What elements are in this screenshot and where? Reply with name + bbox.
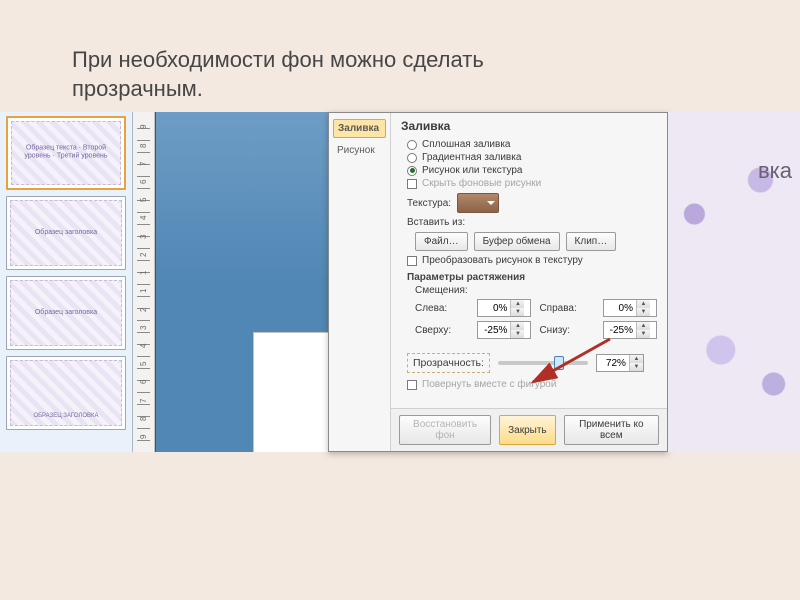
radio-solid-fill[interactable]: Сплошная заливка	[407, 139, 657, 150]
check-rotate: Повернуть вместе с фигурой	[407, 379, 657, 390]
slide-thumb-3[interactable]: Образец заголовка	[6, 276, 126, 350]
format-background-dialog: Заливка Рисунок Заливка Сплошная заливка…	[328, 112, 668, 452]
offsets-label: Смещения:	[415, 285, 657, 296]
nav-fill[interactable]: Заливка	[333, 119, 386, 138]
slide-title: При необходимости фон можно сделать проз…	[72, 46, 750, 103]
offset-bottom[interactable]: ▲▼	[603, 321, 657, 339]
slide-canvas[interactable]	[155, 112, 333, 452]
insert-from-label: Вставить из:	[407, 217, 465, 228]
offset-right[interactable]: ▲▼	[603, 299, 657, 317]
slide-preview: вка	[668, 112, 800, 452]
close-button[interactable]: Закрыть	[499, 415, 556, 445]
radio-icon	[407, 153, 417, 163]
stretch-params-label: Параметры растяжения	[407, 272, 657, 283]
transparency-label: Прозрачность:	[413, 357, 484, 369]
clip-button[interactable]: Клип…	[566, 232, 617, 251]
preview-partial-text: вка	[758, 158, 792, 184]
texture-row: Текстура:	[407, 193, 657, 213]
check-hide-bg[interactable]: Скрыть фоновые рисунки	[407, 178, 657, 189]
slider-thumb[interactable]	[554, 356, 564, 370]
slide-thumb-2[interactable]: Образец заголовка	[6, 196, 126, 270]
slide-thumb-4[interactable]: ОБРАЗЕЦ ЗАГОЛОВКА	[6, 356, 126, 430]
transparency-value[interactable]: ▲▼	[596, 354, 644, 372]
reset-bg-button: Восстановить фон	[399, 415, 491, 445]
apply-all-button[interactable]: Применить ко всем	[564, 415, 659, 445]
dialog-body: Заливка Сплошная заливка Градиентная зал…	[391, 113, 667, 451]
checkbox-icon	[407, 256, 417, 266]
file-button[interactable]: Файл…	[415, 232, 468, 251]
nav-picture[interactable]: Рисунок	[333, 142, 386, 159]
radio-gradient-fill[interactable]: Градиентная заливка	[407, 152, 657, 163]
dialog-nav: Заливка Рисунок	[329, 113, 391, 451]
title-line2: прозрачным.	[72, 76, 203, 101]
transparency-row: Прозрачность: ▲▼	[407, 353, 657, 373]
offsets-grid: Слева: ▲▼ Справа: ▲▼ Сверху: ▲▼ Снизу: ▲…	[415, 299, 657, 339]
checkbox-icon	[407, 380, 417, 390]
texture-label: Текстура:	[407, 198, 451, 209]
title-line1: При необходимости фон можно сделать	[72, 47, 484, 72]
texture-picker[interactable]	[457, 193, 499, 213]
radio-icon	[407, 140, 417, 150]
offset-top[interactable]: ▲▼	[477, 321, 531, 339]
vertical-ruler: 987654321123456789	[133, 112, 155, 452]
slide-thumb-1[interactable]: Образец текста · Второй уровень · Третий…	[6, 116, 126, 190]
spin-up-icon: ▲	[511, 300, 524, 308]
clipboard-button[interactable]: Буфер обмена	[474, 232, 560, 251]
slide-corner	[253, 332, 333, 452]
dialog-heading: Заливка	[401, 119, 657, 133]
dialog-footer: Восстановить фон Закрыть Применить ко вс…	[391, 408, 667, 451]
thumbnail-panel: Образец текста · Второй уровень · Третий…	[0, 112, 133, 452]
offset-left[interactable]: ▲▼	[477, 299, 531, 317]
radio-icon	[407, 166, 417, 176]
spin-down-icon: ▼	[511, 308, 524, 316]
transparency-slider[interactable]	[498, 361, 588, 365]
radio-picture-fill[interactable]: Рисунок или текстура	[407, 165, 657, 176]
checkbox-icon	[407, 179, 417, 189]
check-tile[interactable]: Преобразовать рисунок в текстуру	[407, 255, 657, 266]
